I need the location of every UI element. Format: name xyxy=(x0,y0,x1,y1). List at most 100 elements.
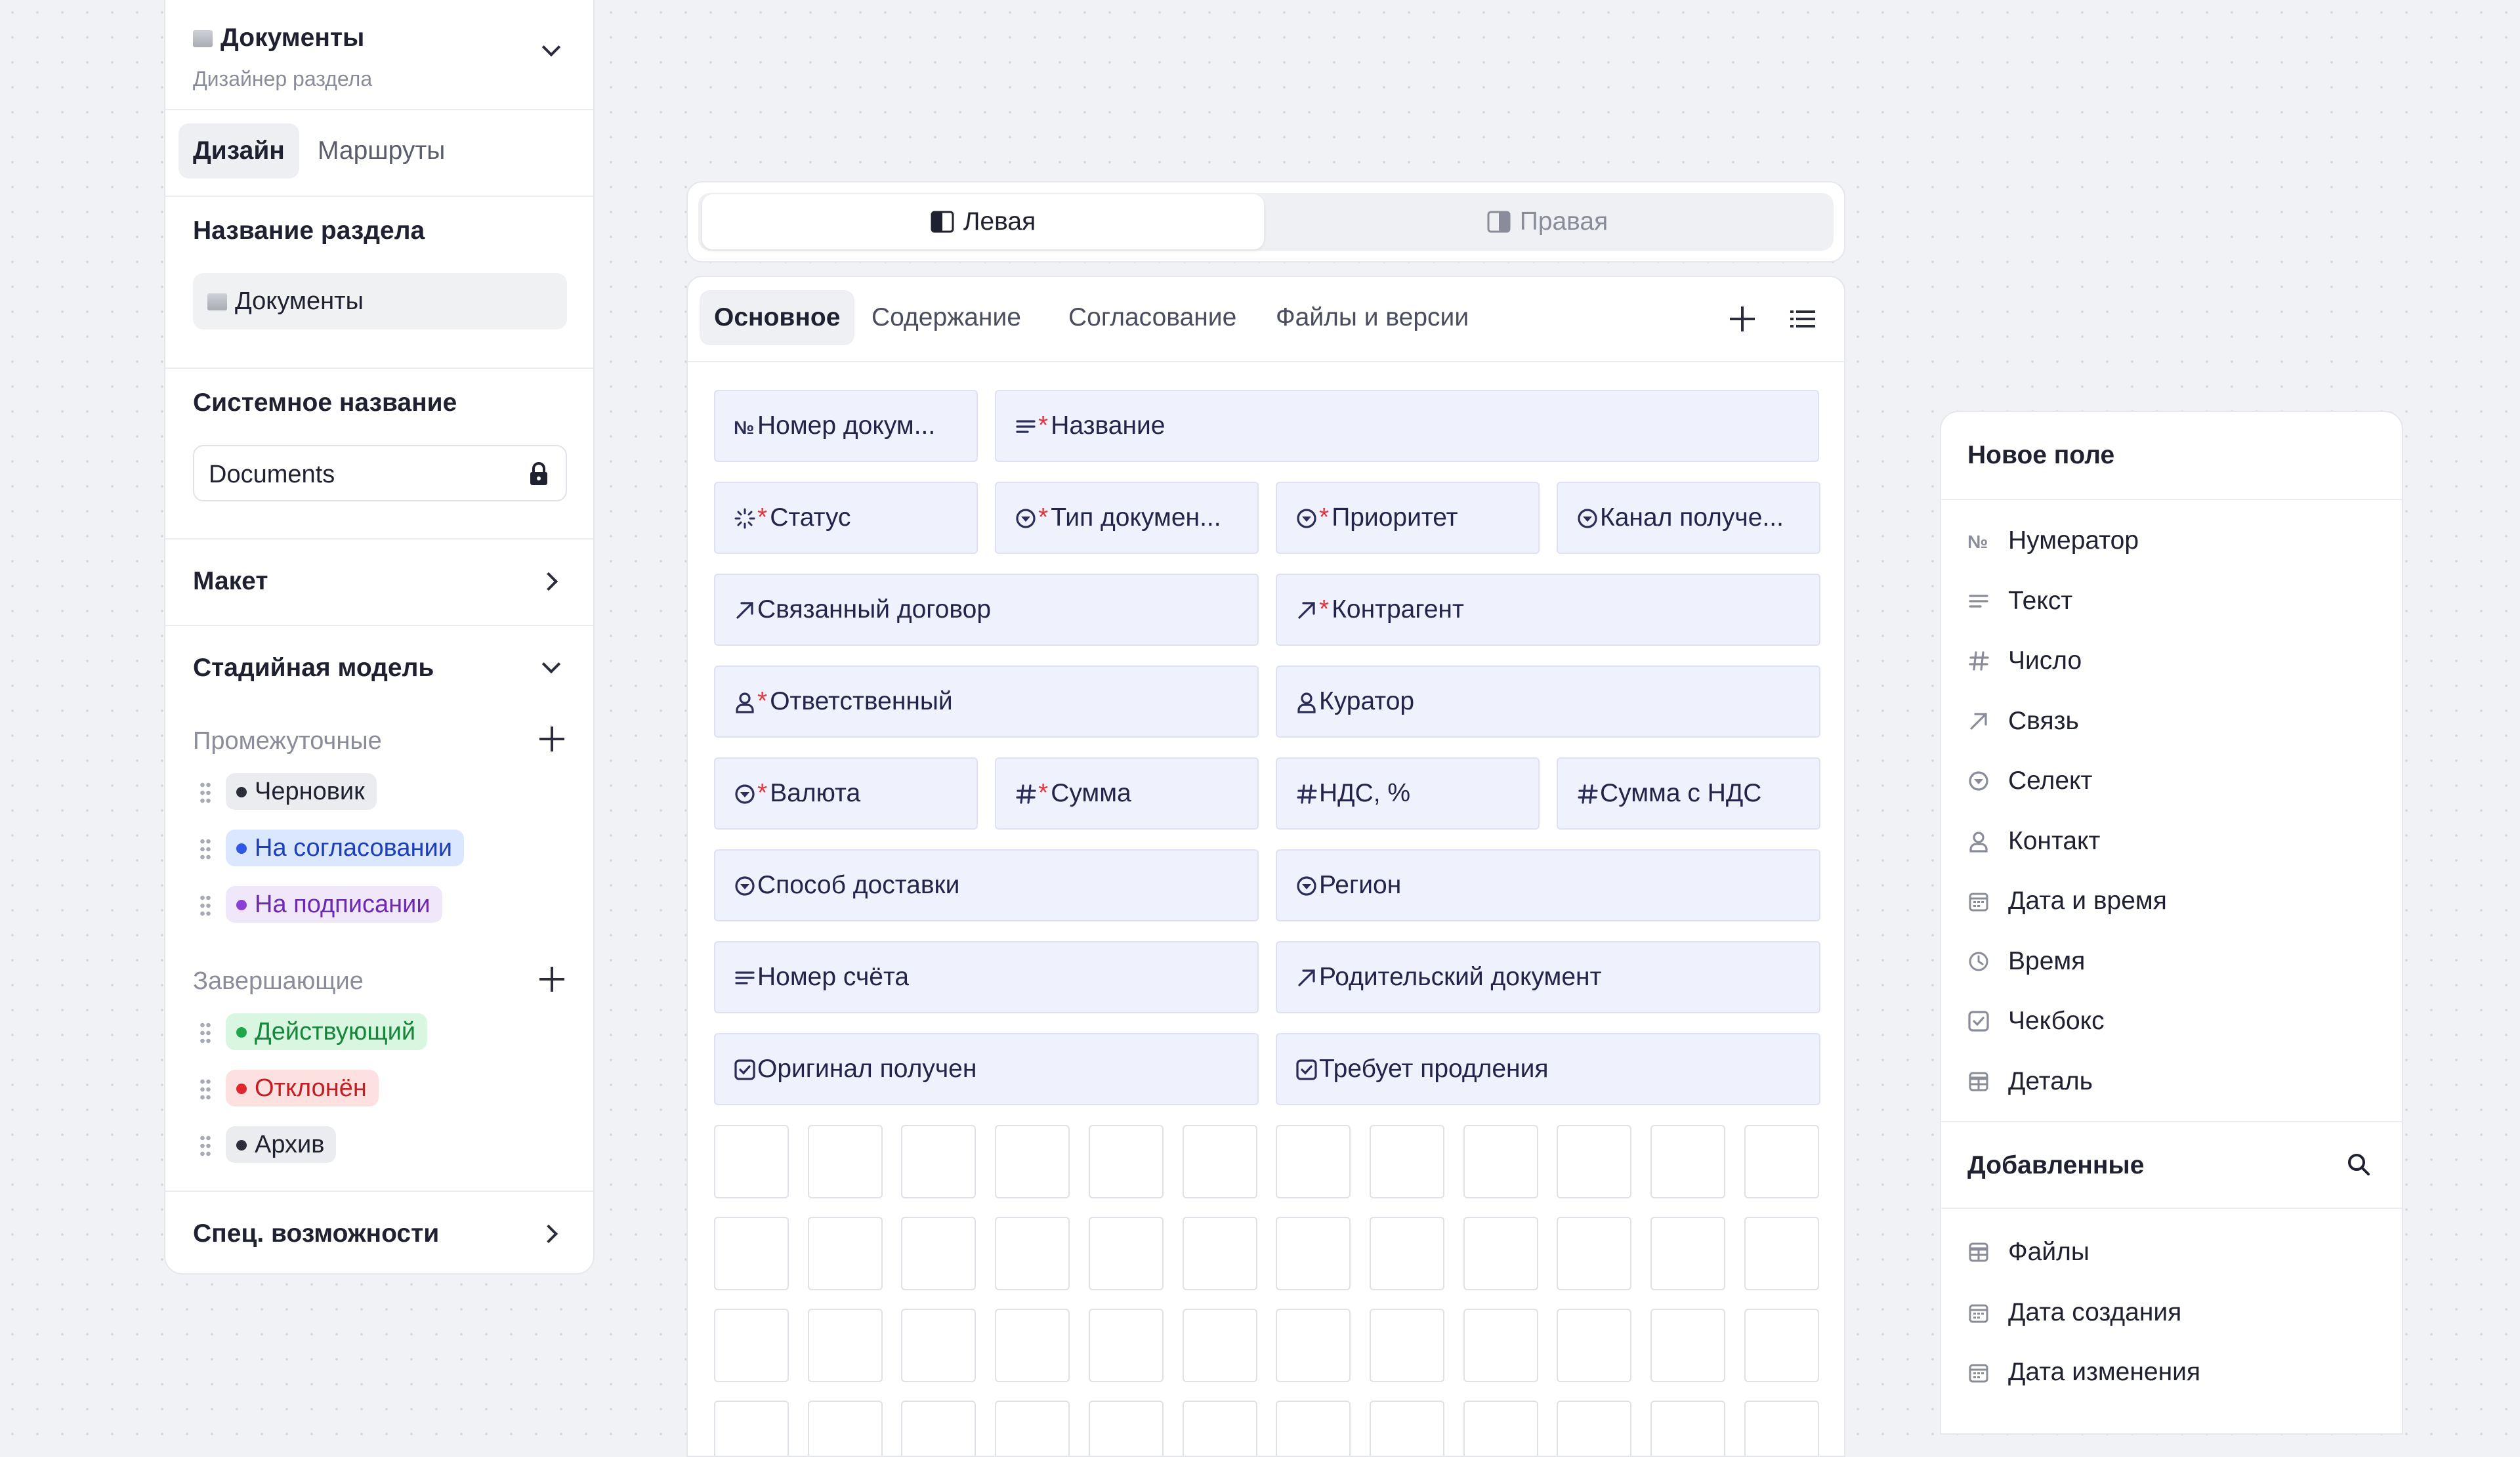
field-card[interactable]: * Тип докумен... xyxy=(995,482,1259,554)
field-card[interactable]: Оригинал получен xyxy=(714,1033,1259,1105)
empty-grid-cell[interactable] xyxy=(1088,1125,1164,1198)
chevron-down-icon[interactable] xyxy=(541,37,561,57)
empty-grid-cell[interactable] xyxy=(1276,1125,1351,1198)
empty-grid-cell[interactable] xyxy=(807,1309,883,1382)
empty-grid-cell[interactable] xyxy=(1463,1309,1538,1382)
field-card[interactable]: НДС, % xyxy=(1276,757,1540,830)
drag-handle-icon[interactable] xyxy=(200,781,211,805)
empty-grid-cell[interactable] xyxy=(1557,1125,1632,1198)
empty-grid-cell[interactable] xyxy=(1182,1309,1257,1382)
empty-grid-cell[interactable] xyxy=(901,1401,976,1456)
chevron-down-icon[interactable] xyxy=(541,654,561,674)
add-intermediate-icon[interactable] xyxy=(539,727,564,751)
field-card[interactable]: Номер счёта xyxy=(714,941,1259,1013)
section-name-input[interactable]: Документы xyxy=(193,273,567,329)
field-card[interactable]: * Приоритет xyxy=(1276,482,1540,554)
empty-grid-cell[interactable] xyxy=(714,1217,789,1290)
empty-grid-cell[interactable] xyxy=(1463,1125,1538,1198)
empty-grid-cell[interactable] xyxy=(1744,1401,1819,1456)
field-card[interactable]: № Номер докум... xyxy=(714,390,978,462)
empty-grid-cell[interactable] xyxy=(995,1401,1070,1456)
empty-grid-cell[interactable] xyxy=(1744,1217,1819,1290)
field-card[interactable]: * Контрагент xyxy=(1276,574,1820,646)
tab-design[interactable]: Дизайн xyxy=(178,123,299,179)
field-card[interactable]: * Ответственный xyxy=(714,665,1259,738)
stage-chip[interactable]: Отклонён xyxy=(226,1070,379,1107)
field-card[interactable]: Сумма с НДС xyxy=(1557,757,1820,830)
empty-grid-cell[interactable] xyxy=(807,1125,883,1198)
empty-grid-cell[interactable] xyxy=(995,1217,1070,1290)
empty-grid-cell[interactable] xyxy=(1182,1217,1257,1290)
empty-grid-cell[interactable] xyxy=(1182,1125,1257,1198)
stage-chip[interactable]: На согласовании xyxy=(226,830,464,866)
empty-grid-cell[interactable] xyxy=(1088,1309,1164,1382)
empty-grid-cell[interactable] xyxy=(1557,1309,1632,1382)
empty-grid-cell[interactable] xyxy=(1369,1217,1444,1290)
field-card[interactable]: Куратор xyxy=(1276,665,1820,738)
tab-files-versions[interactable]: Файлы и версии xyxy=(1261,290,1483,345)
empty-grid-cell[interactable] xyxy=(1650,1217,1725,1290)
empty-grid-cell[interactable] xyxy=(901,1125,976,1198)
drag-handle-icon[interactable] xyxy=(200,1021,211,1045)
list-icon[interactable] xyxy=(1790,309,1815,329)
add-tab-icon[interactable] xyxy=(1730,306,1755,331)
field-card[interactable]: Канал получе... xyxy=(1557,482,1820,554)
empty-grid-cell[interactable] xyxy=(1463,1217,1538,1290)
empty-grid-cell[interactable] xyxy=(714,1125,789,1198)
special-row[interactable]: Спец. возможности xyxy=(165,1191,593,1275)
stage-chip[interactable]: На подписании xyxy=(226,886,442,923)
tab-content[interactable]: Содержание xyxy=(857,290,1036,345)
empty-grid-cell[interactable] xyxy=(1650,1401,1725,1456)
empty-grid-cell[interactable] xyxy=(1557,1401,1632,1456)
tab-approval[interactable]: Согласование xyxy=(1054,290,1251,345)
tab-main[interactable]: Основное xyxy=(700,290,855,345)
empty-grid-cell[interactable] xyxy=(1369,1401,1444,1456)
empty-grid-cell[interactable] xyxy=(807,1401,883,1456)
drag-handle-icon[interactable] xyxy=(200,894,211,918)
field-card[interactable]: * Название xyxy=(995,390,1819,462)
field-card[interactable]: * Сумма xyxy=(995,757,1259,830)
empty-grid-cell[interactable] xyxy=(1650,1309,1725,1382)
field-card[interactable]: Регион xyxy=(1276,849,1820,921)
tab-routes[interactable]: Маршруты xyxy=(303,123,459,179)
empty-grid-cell[interactable] xyxy=(1276,1217,1351,1290)
stage-chip[interactable]: Архив xyxy=(226,1126,337,1163)
empty-grid-cell[interactable] xyxy=(1744,1309,1819,1382)
empty-grid-cell[interactable] xyxy=(901,1309,976,1382)
field-card[interactable]: Требует продления xyxy=(1276,1033,1820,1105)
empty-grid-cell[interactable] xyxy=(1369,1125,1444,1198)
empty-grid-cell[interactable] xyxy=(1276,1401,1351,1456)
search-icon[interactable] xyxy=(2347,1152,2370,1176)
empty-grid-cell[interactable] xyxy=(1650,1125,1725,1198)
empty-grid-cell[interactable] xyxy=(995,1125,1070,1198)
empty-grid-cell[interactable] xyxy=(1088,1217,1164,1290)
section-header[interactable]: Документы Дизайнер раздела xyxy=(165,0,593,110)
empty-grid-cell[interactable] xyxy=(995,1309,1070,1382)
empty-grid-cell[interactable] xyxy=(1369,1309,1444,1382)
left-column-button[interactable]: Левая xyxy=(702,194,1264,249)
stage-chip[interactable]: Действующий xyxy=(226,1013,428,1050)
right-column-button[interactable]: Правая xyxy=(1265,194,1830,249)
field-card[interactable]: * Валюта xyxy=(714,757,978,830)
layout-row[interactable]: Макет xyxy=(165,538,593,626)
empty-grid-cell[interactable] xyxy=(1182,1401,1257,1456)
drag-handle-icon[interactable] xyxy=(200,1078,211,1101)
empty-grid-cell[interactable] xyxy=(714,1309,789,1382)
empty-grid-cell[interactable] xyxy=(1276,1309,1351,1382)
drag-handle-icon[interactable] xyxy=(200,1134,211,1158)
field-card[interactable]: Родительский документ xyxy=(1276,941,1820,1013)
add-final-icon[interactable] xyxy=(539,967,564,992)
field-card[interactable]: Способ доставки xyxy=(714,849,1259,921)
stage-chip[interactable]: Черновик xyxy=(226,773,377,810)
empty-grid-cell[interactable] xyxy=(1557,1217,1632,1290)
field-card[interactable]: * Статус xyxy=(714,482,978,554)
empty-grid-cell[interactable] xyxy=(901,1217,976,1290)
empty-grid-cell[interactable] xyxy=(714,1401,789,1456)
required-marker: * xyxy=(1038,412,1049,440)
empty-grid-cell[interactable] xyxy=(1463,1401,1538,1456)
empty-grid-cell[interactable] xyxy=(1088,1401,1164,1456)
drag-handle-icon[interactable] xyxy=(200,837,211,861)
empty-grid-cell[interactable] xyxy=(1744,1125,1819,1198)
empty-grid-cell[interactable] xyxy=(807,1217,883,1290)
field-card[interactable]: Связанный договор xyxy=(714,574,1259,646)
